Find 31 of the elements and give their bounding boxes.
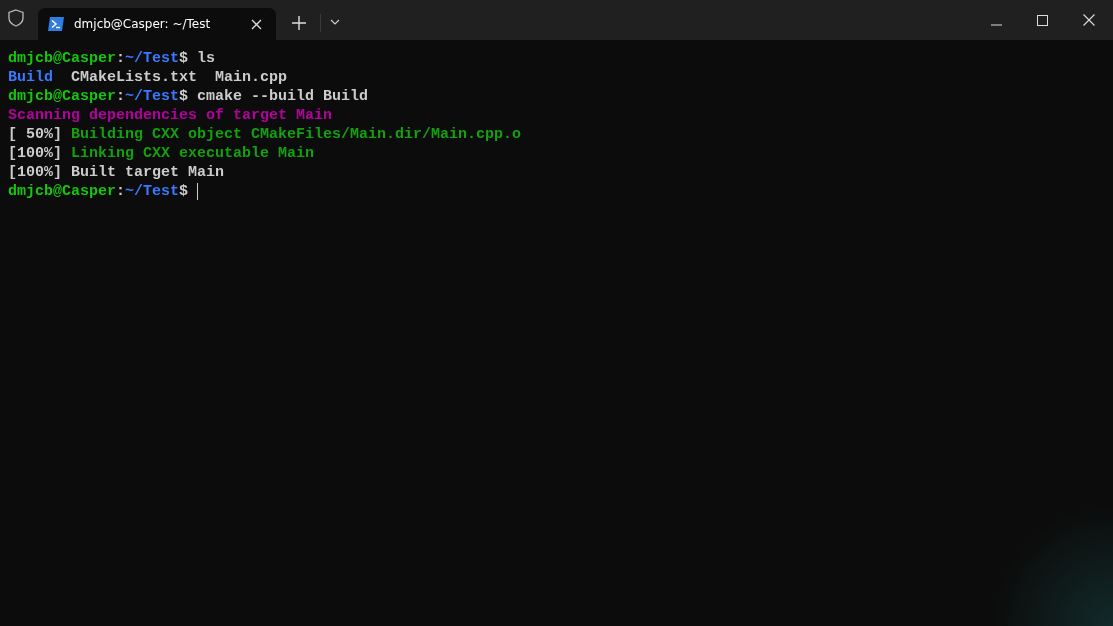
close-icon[interactable] [251, 18, 262, 30]
new-tab-icon[interactable] [292, 16, 306, 30]
terminal-text: ~/Test [125, 182, 180, 201]
terminal-text: dmjcb@Casper [8, 87, 117, 106]
dropdown-icon[interactable] [330, 19, 340, 25]
maximize-icon[interactable] [1037, 15, 1048, 26]
terminal-text: Linking CXX executable Main [71, 144, 315, 163]
terminal-text: ~/Test [125, 49, 180, 68]
terminal-text: dmjcb@Casper [8, 49, 117, 68]
terminal-text: Building CXX object CMakeFiles/Main.dir/Main.cpp.o [71, 125, 522, 144]
terminal-text: Built target Main [71, 163, 225, 182]
terminal-text: $ [179, 182, 189, 201]
powershell-icon [48, 17, 64, 31]
terminal-text: $ cmake --build Build [179, 87, 369, 106]
close-icon[interactable] [1083, 14, 1095, 26]
terminal-text: Build [8, 68, 53, 87]
terminal-text: ~/Test [125, 87, 180, 106]
terminal-text: [100%] [8, 144, 62, 163]
terminal-text: : [116, 182, 126, 201]
tab-title: dmjcb@Casper: ~/Test [74, 17, 212, 31]
shield-icon[interactable] [8, 9, 24, 27]
terminal-tab[interactable]: dmjcb@Casper: ~/Test [38, 8, 276, 40]
terminal-text: $ ls [179, 49, 216, 68]
terminal-text: CMakeLists.txt [71, 68, 198, 87]
terminal-text: : [116, 49, 126, 68]
terminal-text: [ 50%] [8, 125, 62, 144]
terminal-text: Scanning dependencies of target Main [8, 106, 333, 125]
terminal-text: Main.cpp [215, 68, 288, 87]
terminal-text: : [116, 87, 126, 106]
terminal-text: dmjcb@Casper [8, 182, 117, 201]
terminal-text: [100%] [8, 163, 62, 182]
